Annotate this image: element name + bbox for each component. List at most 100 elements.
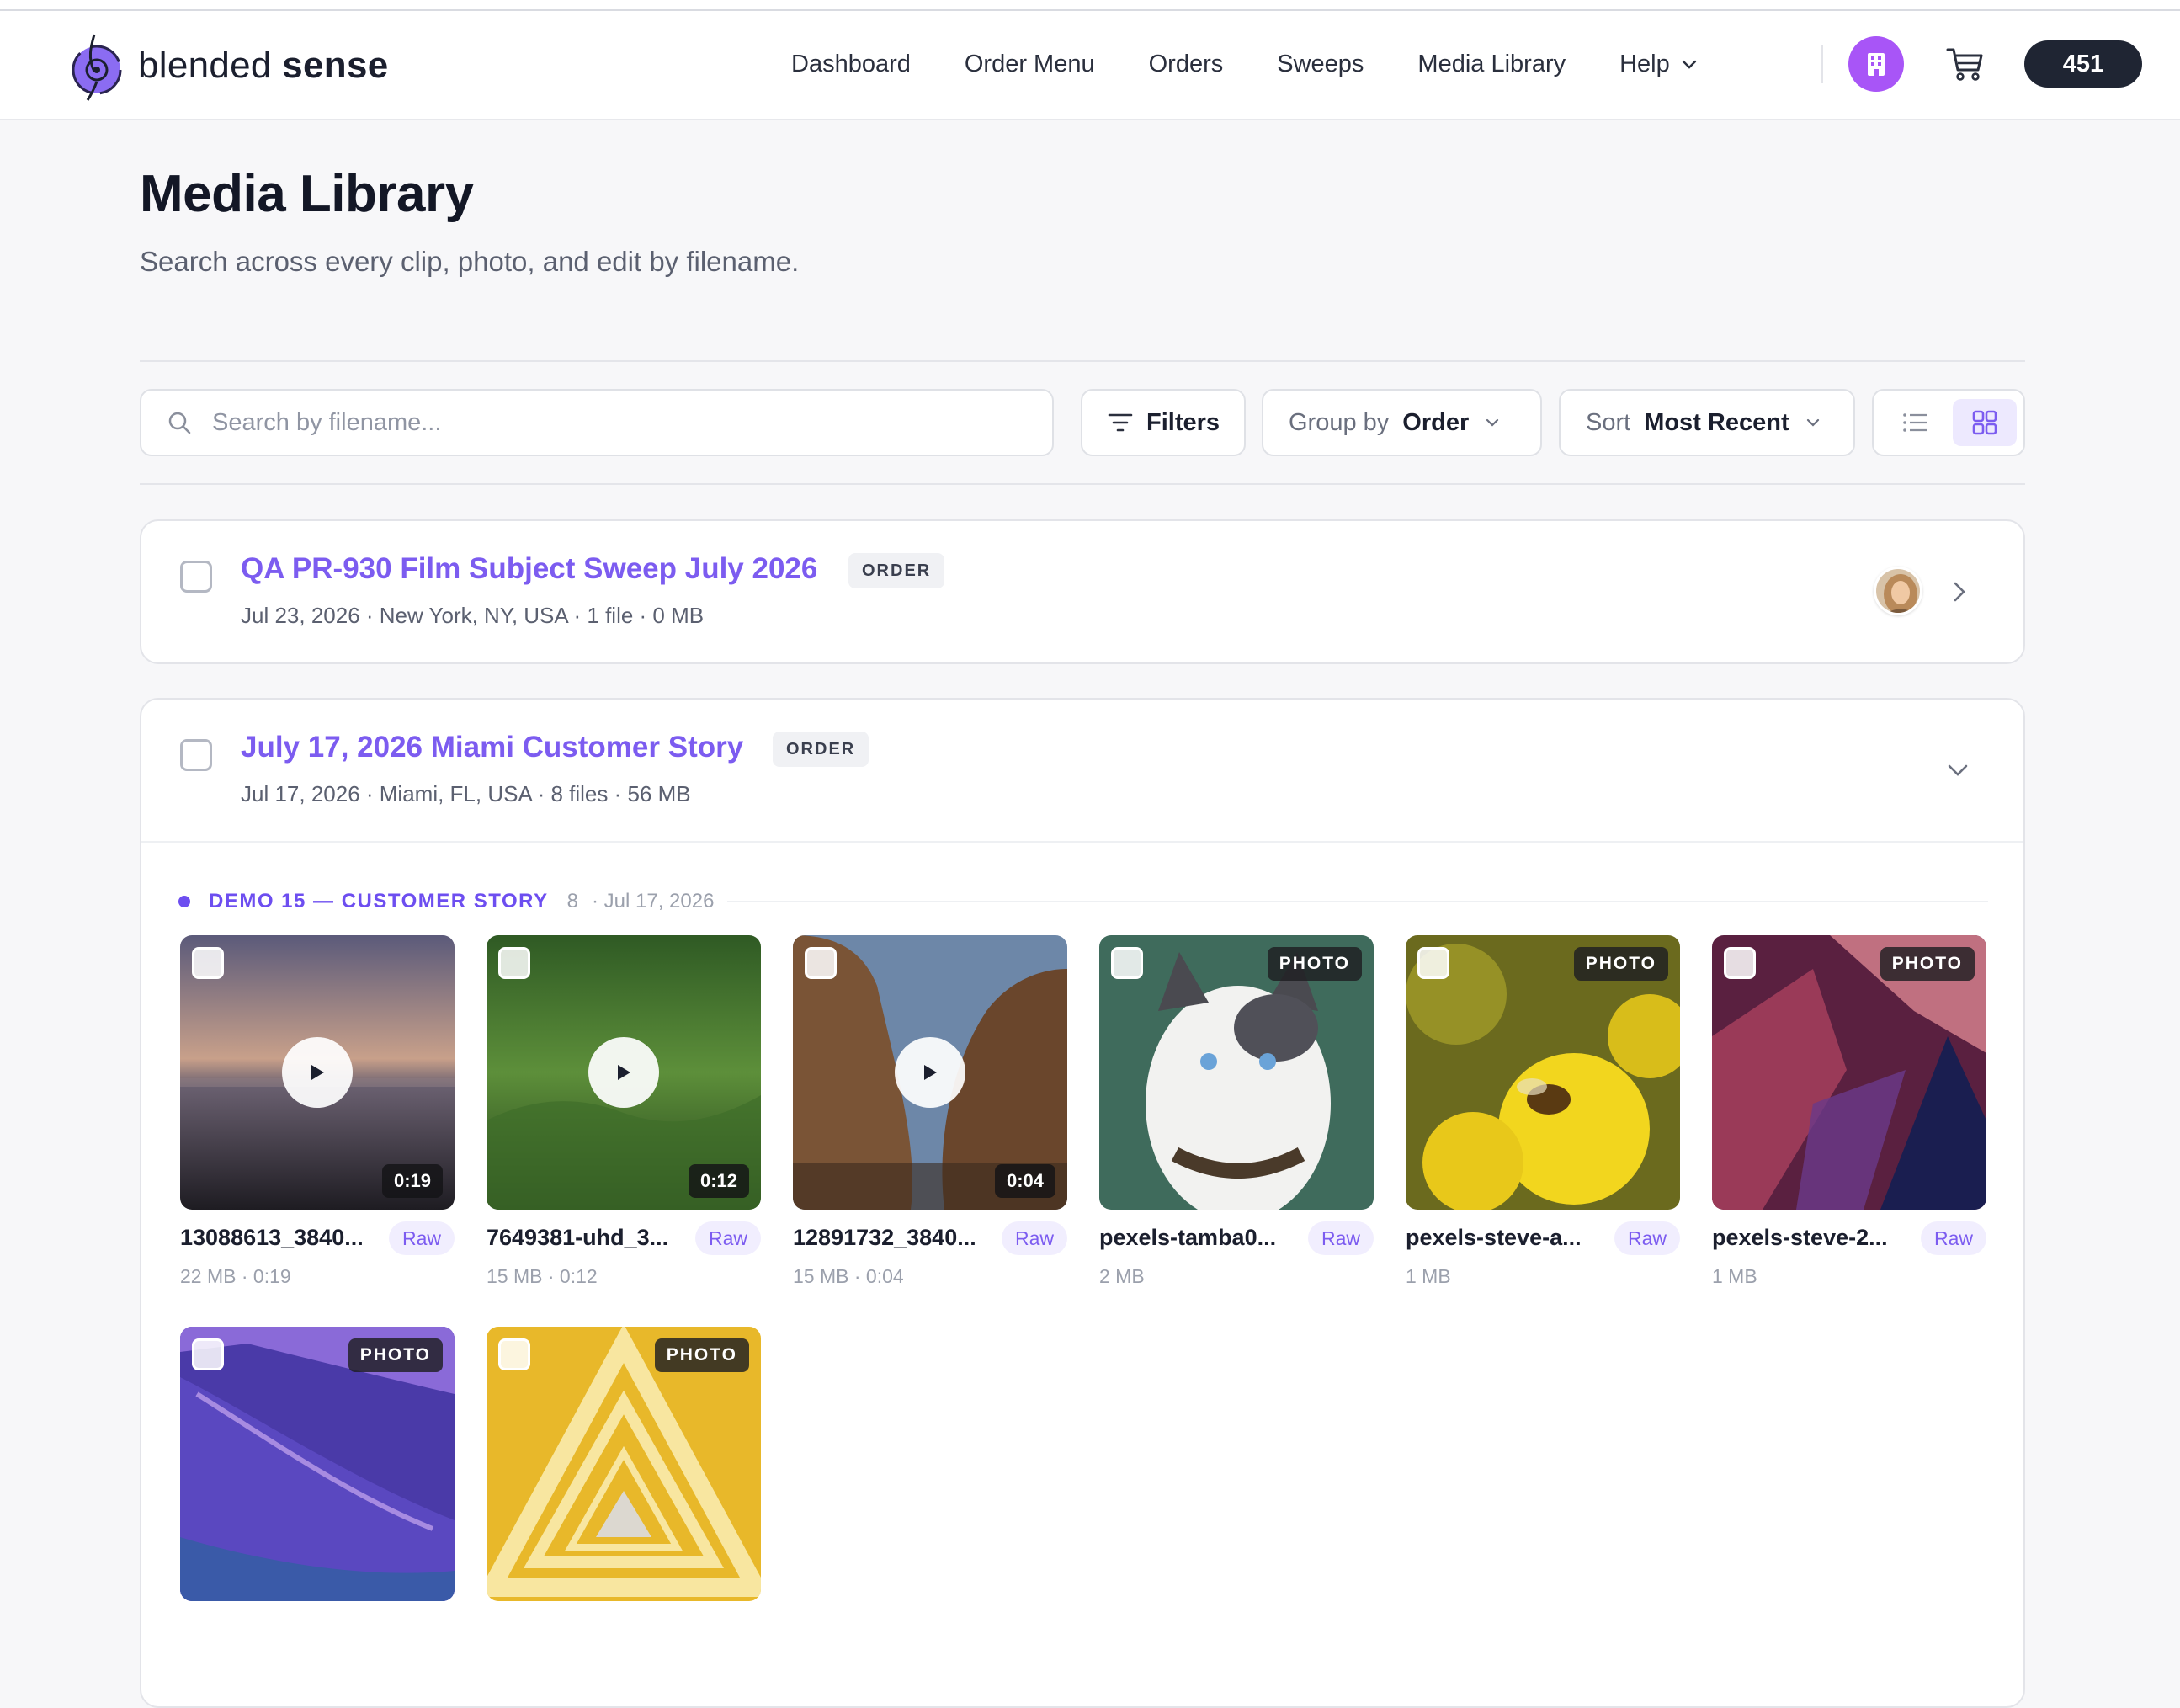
play-button[interactable] <box>588 1037 659 1108</box>
group-by-select[interactable]: Group by Order <box>1262 389 1542 456</box>
toolbar-bottom-divider <box>140 483 2025 485</box>
nav-orders[interactable]: Orders <box>1149 51 1224 78</box>
media-thumbnail[interactable]: PHOTO <box>487 1327 761 1601</box>
page-title: Media Library <box>140 165 474 223</box>
chevron-down-icon[interactable] <box>1946 760 1970 780</box>
media-checkbox[interactable] <box>498 1338 530 1370</box>
file-meta: 22 MB · 0:19 <box>180 1265 291 1287</box>
search-input[interactable]: Search by filename... <box>140 389 1054 456</box>
chevron-down-icon <box>1486 418 1499 427</box>
raw-tag: Raw <box>1001 1221 1067 1255</box>
group-by-label: Group by <box>1289 408 1390 436</box>
filters-button[interactable]: Filters <box>1081 389 1246 456</box>
file-meta: 2 MB <box>1099 1265 1145 1287</box>
order-title[interactable]: July 17, 2026 Miami Customer Story <box>241 731 743 764</box>
file-meta: 15 MB · 0:04 <box>793 1265 904 1287</box>
cart-button[interactable] <box>1944 43 1986 85</box>
video-duration: 0:19 <box>381 1164 443 1198</box>
raw-tag: Raw <box>1920 1221 1986 1255</box>
brand-logo[interactable]: blended sense <box>69 29 389 102</box>
media-tile[interactable]: PHOTO pexels-tamba0... Raw 2 MB <box>1099 935 1374 1287</box>
search-placeholder: Search by filename... <box>212 408 442 436</box>
file-name: 13088613_3840... <box>180 1225 364 1250</box>
media-tile[interactable]: PHOTO pexels-steve-a... Raw 1 MB <box>1406 935 1680 1287</box>
brand-name: blended sense <box>138 45 389 86</box>
play-button[interactable] <box>895 1037 965 1108</box>
card-divider <box>141 841 2023 843</box>
play-icon <box>618 1065 630 1080</box>
order-meta: Jul 17, 2026 · Miami, FL, USA · 8 files … <box>241 781 691 806</box>
photo-label: PHOTO <box>1267 947 1362 981</box>
list-icon <box>1903 413 1927 432</box>
sort-select[interactable]: Sort Most Recent <box>1559 389 1855 456</box>
media-thumbnail[interactable]: PHOTO <box>1099 935 1374 1210</box>
raw-tag: Raw <box>694 1221 761 1255</box>
shoot-section-header: DEMO 15 — CUSTOMER STORY 8 · Jul 17, 202… <box>178 885 1988 918</box>
organization-button[interactable] <box>1848 36 1904 92</box>
section-divider <box>727 901 1988 902</box>
sort-label: Sort <box>1586 408 1631 436</box>
section-count: 8 <box>566 890 578 913</box>
media-checkbox[interactable] <box>192 1338 224 1370</box>
media-checkbox[interactable] <box>498 947 530 979</box>
photo-label: PHOTO <box>348 1338 443 1372</box>
file-meta: 1 MB <box>1712 1265 1757 1287</box>
media-tile[interactable]: 0:12 7649381-uhd_3... Raw 15 MB · 0:12 <box>487 935 761 1287</box>
browser-top-edge <box>0 0 2180 11</box>
raw-tag: Raw <box>1614 1221 1680 1255</box>
order-type-badge: ORDER <box>848 553 945 588</box>
video-duration: 0:04 <box>994 1164 1055 1198</box>
file-name: pexels-steve-a... <box>1406 1225 1582 1250</box>
media-checkbox[interactable] <box>192 947 224 979</box>
avatar[interactable] <box>1874 567 1922 615</box>
video-duration: 0:12 <box>688 1164 749 1198</box>
media-thumbnail[interactable]: PHOTO <box>180 1327 455 1601</box>
chevron-down-icon <box>1682 60 1696 69</box>
file-name: 12891732_3840... <box>793 1225 976 1250</box>
list-view-button[interactable] <box>1890 401 1941 444</box>
file-name: pexels-steve-2... <box>1712 1225 1888 1250</box>
order-checkbox[interactable] <box>180 739 212 771</box>
media-thumbnail[interactable]: 0:19 <box>180 935 455 1210</box>
file-name: pexels-tamba0... <box>1099 1225 1277 1250</box>
media-thumbnail[interactable]: 0:12 <box>487 935 761 1210</box>
order-title[interactable]: QA PR-930 Film Subject Sweep July 2026 <box>241 552 817 586</box>
order-checkbox[interactable] <box>180 561 212 593</box>
chevron-right-icon[interactable] <box>1949 580 1970 604</box>
filter-icon <box>1108 413 1133 432</box>
credits-badge[interactable]: 451 <box>2024 40 2142 88</box>
nav-help-dropdown[interactable]: Help <box>1619 51 1699 78</box>
group-by-value: Order <box>1402 408 1470 436</box>
nav-order-menu[interactable]: Order Menu <box>965 51 1095 78</box>
media-tile[interactable]: 0:04 12891732_3840... Raw 15 MB · 0:04 <box>793 935 1067 1287</box>
file-meta: 15 MB · 0:12 <box>487 1265 598 1287</box>
chevron-down-icon <box>1806 418 1819 427</box>
nav-media-library[interactable]: Media Library <box>1417 51 1566 78</box>
nav-sweeps[interactable]: Sweeps <box>1277 51 1364 78</box>
nav-help-label: Help <box>1619 50 1670 77</box>
grid-view-button[interactable] <box>1953 399 2017 446</box>
view-toggle <box>1872 389 2025 456</box>
play-button[interactable] <box>282 1037 353 1108</box>
main-nav: Dashboard Order Menu Orders Sweeps Media… <box>791 43 1699 85</box>
raw-tag: Raw <box>388 1221 455 1255</box>
raw-tag: Raw <box>1307 1221 1374 1255</box>
search-icon <box>168 412 191 434</box>
media-thumbnail[interactable]: PHOTO <box>1406 935 1680 1210</box>
grid-icon <box>1972 410 1997 435</box>
media-tile[interactable]: PHOTO pexels-steve-2... Raw 1 MB <box>1712 935 1986 1287</box>
media-tile[interactable]: PHOTO <box>180 1327 455 1601</box>
media-checkbox[interactable] <box>805 947 837 979</box>
media-tile[interactable]: PHOTO <box>487 1327 761 1601</box>
file-name: 7649381-uhd_3... <box>487 1225 669 1250</box>
media-tile[interactable]: 0:19 13088613_3840... Raw 22 MB · 0:19 <box>180 935 455 1287</box>
play-icon <box>924 1065 937 1080</box>
media-checkbox[interactable] <box>1724 947 1756 979</box>
media-checkbox[interactable] <box>1417 947 1449 979</box>
nav-dashboard[interactable]: Dashboard <box>791 51 911 78</box>
media-thumbnail[interactable]: 0:04 <box>793 935 1067 1210</box>
photo-label: PHOTO <box>1573 947 1668 981</box>
order-card[interactable]: QA PR-930 Film Subject Sweep July 2026 O… <box>140 519 2025 664</box>
media-thumbnail[interactable]: PHOTO <box>1712 935 1986 1210</box>
media-checkbox[interactable] <box>1111 947 1143 979</box>
